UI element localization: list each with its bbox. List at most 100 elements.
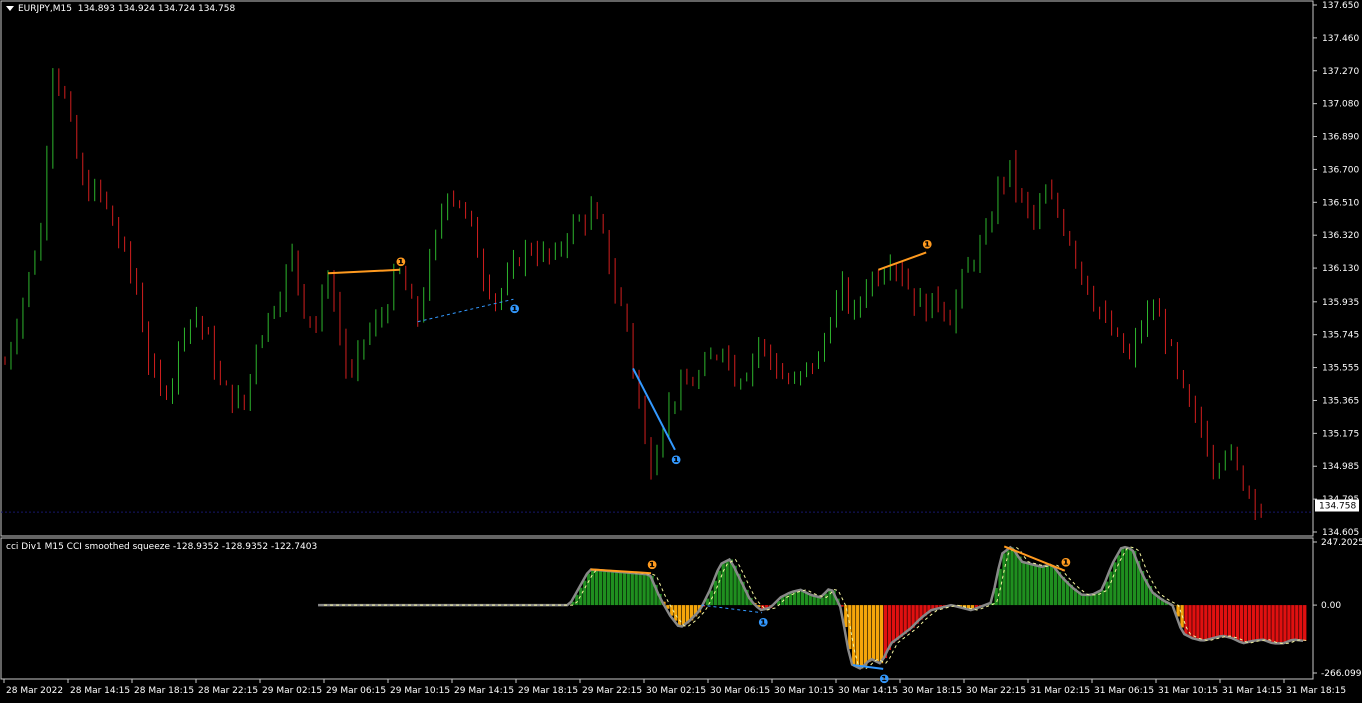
price-tick-label: 135.745	[1322, 331, 1359, 341]
cci-histogram-bar	[1030, 564, 1033, 605]
cci-histogram-bar	[892, 605, 895, 643]
time-tick-label: 31 Mar 02:15	[1030, 686, 1090, 696]
cci-histogram-bar	[1192, 605, 1195, 638]
bullish-signal-icon: ❶	[758, 616, 768, 630]
price-tick-label: 137.650	[1322, 1, 1359, 11]
time-tick-label: 29 Mar 10:15	[390, 686, 450, 696]
bullish-signal-icon: ❶	[671, 453, 681, 467]
bearish-signal-icon: ❶	[396, 255, 406, 269]
cci-histogram-bar	[1093, 594, 1096, 605]
cci-histogram-bar	[1224, 605, 1227, 636]
time-tick-label: 28 Mar 2022	[6, 686, 63, 696]
time-tick-label: 30 Mar 02:15	[646, 686, 706, 696]
time-tick-label: 29 Mar 02:15	[262, 686, 322, 696]
price-tick-label: 136.510	[1322, 198, 1359, 208]
time-tick-label: 31 Mar 14:15	[1222, 686, 1282, 696]
cci-histogram-bar	[1299, 605, 1302, 640]
cci-histogram-bar	[1188, 605, 1191, 636]
cci-histogram-bar	[1236, 605, 1239, 640]
cci-histogram-bar	[627, 573, 630, 606]
cci-histogram-bar	[678, 605, 681, 626]
cci-histogram-bar	[595, 570, 598, 605]
price-tick-label: 137.080	[1322, 100, 1359, 110]
bullish-signal-icon: ❶	[879, 672, 889, 686]
cci-histogram-bar	[797, 591, 800, 605]
cci-histogram-bar	[1046, 566, 1049, 605]
chart-area[interactable]: 137.650137.460137.270137.080136.890136.7…	[0, 0, 1362, 700]
price-tick-label: 135.555	[1322, 364, 1359, 374]
cci-histogram-bar	[646, 574, 649, 605]
time-tick-label: 30 Mar 14:15	[838, 686, 898, 696]
time-tick-label: 28 Mar 14:15	[70, 686, 130, 696]
cci-histogram-bar	[1248, 605, 1251, 642]
cci-histogram-bar	[1208, 605, 1211, 639]
cci-histogram-bar	[904, 605, 907, 634]
cci-histogram-bar	[789, 593, 792, 605]
main-chart-title: EURJPY,M15 134.893 134.924 134.724 134.7…	[18, 4, 235, 14]
cci-histogram-bar	[1271, 605, 1274, 643]
time-tick-label: 30 Mar 10:15	[774, 686, 834, 696]
ohlc-values: 134.893 134.924 134.724 134.758	[78, 4, 235, 14]
time-tick-label: 30 Mar 06:15	[710, 686, 770, 696]
time-tick-label: 28 Mar 22:15	[198, 686, 258, 696]
price-tick-label: 134.985	[1322, 462, 1359, 472]
time-tick-label: 31 Mar 18:15	[1286, 686, 1346, 696]
bearish-signal-icon: ❶	[647, 558, 657, 572]
price-tick-label: 136.320	[1322, 231, 1359, 241]
cci-histogram-bar	[1228, 605, 1231, 637]
cci-histogram-bar	[1283, 605, 1286, 643]
time-tick-label: 30 Mar 22:15	[966, 686, 1026, 696]
cci-histogram-bar	[615, 572, 618, 606]
cci-histogram-bar	[1204, 605, 1207, 640]
price-tick-label: 136.890	[1322, 133, 1359, 143]
cci-histogram-bar	[1295, 605, 1298, 640]
cci-histogram-bar	[638, 574, 641, 606]
cci-histogram-bar	[607, 571, 610, 605]
cci-histogram-bar	[1054, 567, 1057, 605]
cci-histogram-bar	[599, 570, 602, 605]
cci-histogram-bar	[876, 605, 879, 661]
cci-histogram-bar	[642, 574, 645, 605]
cci-histogram-bar	[1129, 548, 1132, 605]
cci-tick-label: 247.2025	[1321, 538, 1362, 548]
cci-histogram-bar	[896, 605, 899, 640]
cci-histogram-bar	[1279, 605, 1282, 643]
cci-histogram-bar	[1256, 605, 1259, 640]
cci-histogram-bar	[631, 573, 634, 605]
cci-histogram-bar	[880, 605, 883, 663]
bullish-divergence-line-cci	[702, 605, 763, 613]
time-tick-label: 29 Mar 22:15	[582, 686, 642, 696]
cci-histogram-bar	[1010, 547, 1013, 605]
cci-histogram-bar	[1287, 605, 1290, 642]
cci-histogram-bar	[1267, 605, 1270, 641]
cci-histogram-bar	[1089, 595, 1092, 605]
indicator-title: cci Div1 M15 CCI smoothed squeeze -128.9…	[6, 542, 317, 552]
cci-histogram-bar	[674, 605, 677, 621]
cci-histogram-bar	[1212, 605, 1215, 638]
cci-histogram-bar	[852, 605, 855, 664]
cci-histogram-bar	[1291, 605, 1294, 640]
chevron-down-icon[interactable]	[6, 6, 14, 11]
time-tick-label: 29 Mar 14:15	[454, 686, 514, 696]
cci-histogram-bar	[1121, 548, 1124, 605]
cci-histogram-bar	[603, 570, 606, 605]
cci-histogram-bar	[635, 573, 638, 605]
cci-histogram-bar	[1216, 605, 1219, 637]
cci-histogram-bar	[1200, 605, 1203, 640]
cci-histogram-bar	[725, 562, 728, 606]
cci-histogram-bar	[1022, 562, 1025, 605]
cci-histogram-bar	[1260, 605, 1263, 640]
cci-histogram-bar	[1042, 567, 1045, 605]
cci-histogram-bar	[824, 594, 827, 606]
cci-histogram-bar	[619, 572, 622, 605]
price-tick-label: 137.270	[1322, 67, 1359, 77]
time-tick-label: 28 Mar 18:15	[134, 686, 194, 696]
cci-histogram-bar	[998, 569, 1001, 605]
bullish-signal-icon: ❶	[509, 302, 519, 316]
time-tick-label: 29 Mar 18:15	[518, 686, 578, 696]
cci-histogram-bar	[1303, 605, 1306, 641]
cci-histogram-bar	[900, 605, 903, 637]
price-tick-label: 136.700	[1322, 165, 1359, 175]
cci-histogram-bar	[1105, 582, 1108, 606]
cci-histogram-bar	[583, 581, 586, 605]
